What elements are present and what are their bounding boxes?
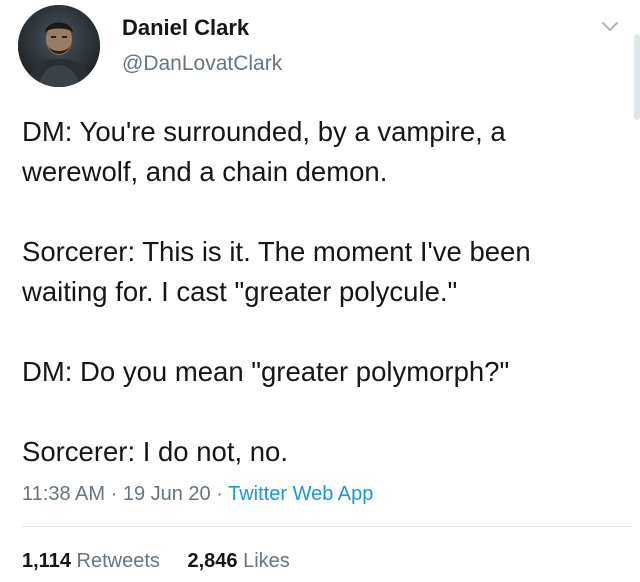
tweet-date[interactable]: 19 Jun 20: [123, 483, 211, 505]
tweet-stats: 1,114 Retweets 2,846 Likes: [22, 548, 312, 574]
retweets-count: 1,114: [22, 550, 71, 572]
divider: [22, 526, 632, 527]
display-name[interactable]: Daniel Clark: [122, 15, 282, 41]
tweet-meta: 11:38 AM · 19 Jun 20 · Twitter Web App: [22, 480, 373, 508]
tweet-paragraph: Sorcerer: This is it. The moment I've be…: [22, 236, 531, 307]
tweet-card: Daniel Clark @DanLovatClark DM: You're s…: [0, 0, 640, 582]
tweet-text: DM: You're surrounded, by a vampire, a w…: [22, 112, 622, 472]
retweets-stat[interactable]: 1,114 Retweets: [22, 550, 165, 572]
user-names: Daniel Clark @DanLovatClark: [122, 15, 282, 77]
likes-count: 2,846: [187, 550, 238, 572]
user-handle[interactable]: @DanLovatClark: [122, 51, 282, 77]
tweet-paragraph: DM: Do you mean "greater polymorph?": [22, 356, 510, 387]
likes-stat[interactable]: 2,846 Likes: [187, 550, 289, 572]
avatar[interactable]: [18, 5, 100, 87]
tweet-paragraph: DM: You're surrounded, by a vampire, a w…: [22, 116, 506, 187]
tweet-paragraph: Sorcerer: I do not, no.: [22, 436, 288, 467]
likes-label: Likes: [243, 550, 290, 572]
tweet-header: Daniel Clark @DanLovatClark: [18, 5, 282, 87]
avatar-image: [18, 5, 100, 87]
scrollbar[interactable]: [634, 34, 640, 120]
retweets-label: Retweets: [76, 550, 160, 572]
chevron-down-icon[interactable]: [598, 14, 622, 38]
tweet-source[interactable]: Twitter Web App: [228, 483, 373, 505]
meta-separator: ·: [110, 483, 118, 505]
meta-separator: ·: [216, 483, 223, 505]
tweet-time[interactable]: 11:38 AM: [22, 483, 105, 505]
